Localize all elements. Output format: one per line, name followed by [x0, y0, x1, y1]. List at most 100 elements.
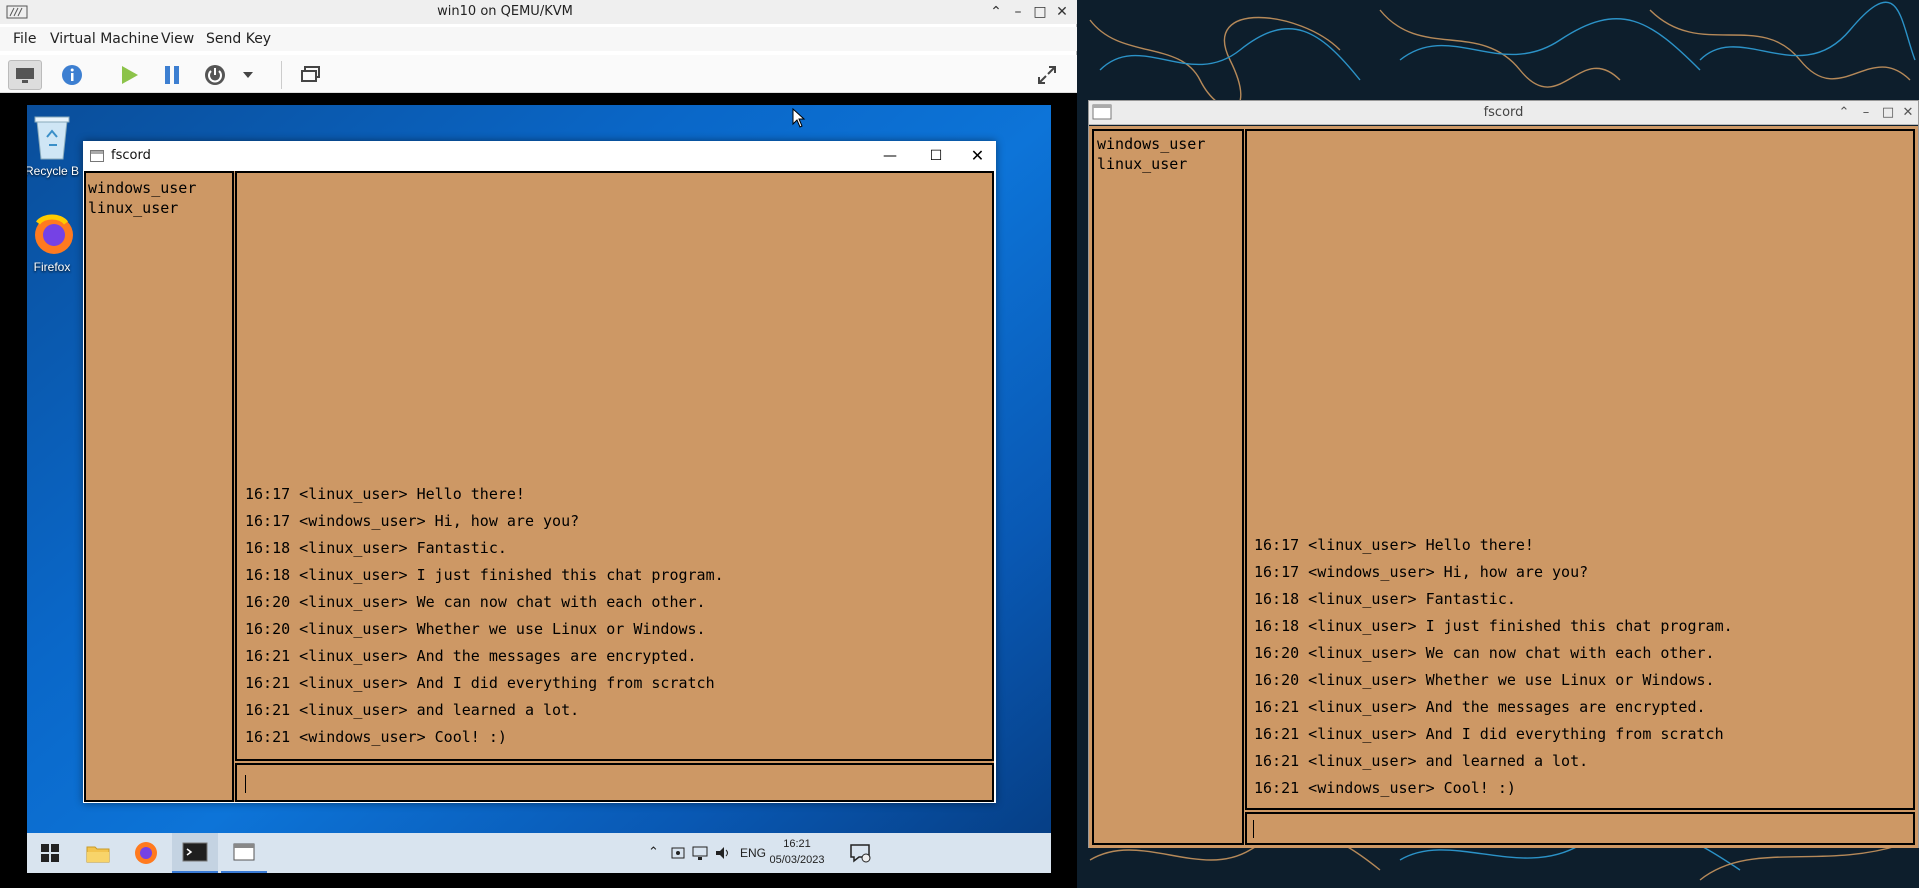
menu-virtual-machine[interactable]: Virtual Machine: [50, 27, 159, 51]
clock-date: 05/03/2023: [769, 854, 825, 866]
native-chat-log: 16:17 <linux_user> Hello there! 16:17 <w…: [1245, 129, 1915, 810]
recycle-bin-icon: [34, 116, 70, 160]
fullscreen-icon: [1038, 66, 1056, 84]
chat-message: 16:21 <windows_user> Cool! :): [245, 728, 507, 746]
vm-titlebar: win10 on QEMU/KVM ⌃ – □ ✕: [0, 0, 1077, 24]
guest-fscord-titlebar: fscord — ☐ ✕: [83, 141, 996, 171]
native-message-input[interactable]: [1245, 812, 1915, 845]
guest-message-list: 16:17 <linux_user> Hello there! 16:17 <w…: [245, 481, 724, 751]
chat-message: 16:21 <linux_user> and learned a lot.: [1254, 752, 1589, 770]
guest-message-input[interactable]: [235, 763, 994, 802]
network-icon[interactable]: [691, 845, 709, 861]
folder-icon: [86, 846, 110, 863]
chat-message: 16:20 <linux_user> We can now chat with …: [245, 593, 706, 611]
chat-message: 16:18 <linux_user> Fantastic.: [1254, 590, 1516, 608]
window-app-icon: [233, 843, 255, 861]
guest-chat-log: 16:17 <linux_user> Hello there! 16:17 <w…: [235, 171, 994, 761]
native-fscord-titlebar: fscord ⌃ – □ ✕: [1089, 101, 1918, 125]
start-button[interactable]: [27, 833, 73, 873]
guest-fscord-window: fscord — ☐ ✕ windows_user linux_user 16:…: [83, 141, 996, 803]
guest-maximize-icon[interactable]: ☐: [913, 141, 959, 171]
native-keep-above-icon[interactable]: ⌃: [1834, 103, 1854, 123]
recycle-bin-label: Recycle B: [27, 164, 80, 178]
user-item[interactable]: linux_user: [1097, 154, 1242, 174]
native-fscord-title: fscord: [1483, 105, 1524, 120]
vm-keep-above-icon[interactable]: ⌃: [986, 2, 1006, 22]
chat-message: 16:21 <windows_user> Cool! :): [1254, 779, 1516, 797]
details-button[interactable]: [55, 60, 89, 90]
taskbar-file-explorer[interactable]: [75, 833, 121, 873]
tray-overflow-icon[interactable]: ⌃: [648, 833, 659, 873]
shutdown-button[interactable]: [198, 60, 232, 90]
info-icon: [62, 65, 82, 85]
chat-message: 16:18 <linux_user> I just finished this …: [1254, 617, 1733, 635]
window-app-icon: [90, 150, 104, 162]
chat-message: 16:21 <linux_user> And I did everything …: [1254, 725, 1724, 743]
notifications-icon[interactable]: [849, 843, 871, 863]
vpn-icon[interactable]: [670, 845, 686, 861]
input-language[interactable]: ENG: [740, 833, 766, 873]
chat-message: 16:21 <linux_user> And the messages are …: [1254, 698, 1706, 716]
vm-toolbar: [0, 55, 1077, 93]
taskbar-fscord[interactable]: [221, 833, 267, 873]
snapshots-button[interactable]: [294, 60, 328, 90]
native-fscord-window: fscord ⌃ – □ ✕ windows_user linux_user 1…: [1088, 100, 1919, 848]
vm-menubar: File Virtual Machine View Send Key: [0, 27, 1077, 51]
chat-message: 16:17 <windows_user> Hi, how are you?: [245, 512, 580, 530]
user-item[interactable]: windows_user: [1097, 134, 1242, 154]
taskbar-firefox[interactable]: [123, 833, 169, 873]
terminal-icon: [182, 842, 208, 862]
play-icon: [122, 66, 138, 84]
guest-user-list: windows_user linux_user: [84, 171, 234, 802]
tray-clock[interactable]: 16:21 05/03/2023: [767, 836, 827, 868]
guest-minimize-icon[interactable]: —: [867, 141, 913, 171]
fullscreen-button[interactable]: [1030, 60, 1064, 90]
volume-icon[interactable]: [714, 845, 732, 861]
guest-fscord-client: windows_user linux_user 16:17 <linux_use…: [84, 171, 994, 802]
vm-maximize-icon[interactable]: □: [1030, 2, 1050, 22]
firefox-icon: [135, 842, 157, 864]
firefox-icon: [35, 214, 73, 254]
monitor-icon: [16, 68, 34, 83]
guest-desktop[interactable]: Recycle B Firefox fscord — ☐ ✕ windows_u…: [27, 105, 1051, 833]
chat-message: 16:20 <linux_user> Whether we use Linux …: [1254, 671, 1715, 689]
menu-send-key[interactable]: Send Key: [206, 27, 271, 51]
desktop-icon-recycle-bin[interactable]: Recycle B: [27, 113, 87, 178]
user-item[interactable]: windows_user: [88, 178, 232, 198]
power-icon: [205, 65, 225, 85]
toolbar-separator: [281, 61, 282, 89]
vm-window-title: win10 on QEMU/KVM: [437, 4, 573, 19]
chat-message: 16:17 <linux_user> Hello there!: [1254, 536, 1534, 554]
menu-view[interactable]: View: [161, 27, 194, 51]
taskbar-terminal[interactable]: [172, 833, 218, 873]
chat-message: 16:18 <linux_user> Fantastic.: [245, 539, 507, 557]
native-fscord-client: windows_user linux_user 16:17 <linux_use…: [1089, 126, 1918, 848]
text-caret: [1253, 820, 1254, 838]
guest-taskbar: ⌃ ENG 16:21 05/03/2023: [27, 833, 1051, 873]
console-view-button[interactable]: [8, 60, 42, 90]
guest-fscord-title: fscord: [111, 148, 151, 163]
chat-message: 16:21 <linux_user> And I did everything …: [245, 674, 715, 692]
native-close-icon[interactable]: ✕: [1898, 103, 1918, 123]
user-item[interactable]: linux_user: [88, 198, 232, 218]
vm-minimize-icon[interactable]: –: [1008, 2, 1028, 22]
menu-file[interactable]: File: [13, 27, 36, 51]
text-caret: [245, 775, 246, 793]
desktop-icon-firefox[interactable]: Firefox: [27, 213, 87, 274]
shutdown-menu-button[interactable]: [238, 60, 258, 90]
windows-logo-icon: [41, 844, 59, 862]
pause-icon: [165, 66, 179, 84]
chat-message: 16:20 <linux_user> We can now chat with …: [1254, 644, 1715, 662]
clock-time: 16:21: [783, 838, 811, 850]
native-message-list: 16:17 <linux_user> Hello there! 16:17 <w…: [1254, 532, 1733, 802]
native-maximize-icon[interactable]: □: [1878, 103, 1898, 123]
guest-close-icon[interactable]: ✕: [959, 141, 996, 171]
vm-close-icon[interactable]: ✕: [1052, 2, 1072, 22]
chat-message: 16:21 <linux_user> And the messages are …: [245, 647, 697, 665]
pause-button[interactable]: [155, 60, 189, 90]
snapshot-icon: [301, 66, 320, 82]
native-minimize-icon[interactable]: –: [1856, 103, 1876, 123]
run-button[interactable]: [112, 60, 146, 90]
chat-message: 16:17 <windows_user> Hi, how are you?: [1254, 563, 1589, 581]
firefox-label: Firefox: [33, 260, 71, 274]
